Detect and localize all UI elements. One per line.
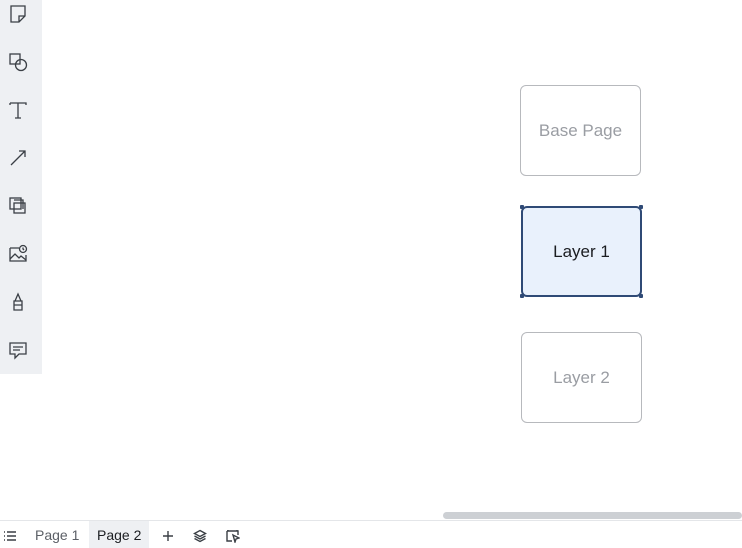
sticky-note-tool[interactable] [4, 0, 32, 28]
frame-tool[interactable] [4, 192, 32, 220]
resize-handle[interactable] [639, 205, 643, 209]
app-window: Base Page Layer 1 Layer 2 Page 1 Page 2 [0, 0, 742, 548]
marker-tool[interactable] [4, 288, 32, 316]
comment-icon [9, 342, 27, 360]
left-toolbar [0, 0, 42, 374]
image-tool[interactable] [4, 240, 32, 268]
horizontal-scrollbar[interactable] [443, 512, 742, 519]
canvas[interactable]: Base Page Layer 1 Layer 2 [42, 0, 742, 519]
arrow-icon [10, 150, 26, 166]
tab-label: Page 1 [35, 527, 80, 543]
page-card-layer-2[interactable]: Layer 2 [521, 332, 642, 423]
bottom-bar: Page 1 Page 2 [0, 520, 742, 548]
text-icon [9, 102, 27, 119]
list-icon [4, 531, 16, 541]
plus-icon [163, 531, 173, 541]
page-card-label: Layer 1 [553, 241, 610, 261]
layers-icon [193, 529, 207, 543]
add-page-button[interactable] [160, 528, 176, 544]
resize-handle[interactable] [520, 205, 524, 209]
tab-label: Page 2 [97, 527, 142, 543]
arrow-tool[interactable] [4, 144, 32, 172]
comment-tool[interactable] [4, 336, 32, 364]
page-card-base[interactable]: Base Page [520, 85, 641, 176]
page-card-label: Base Page [538, 120, 623, 140]
layers-button[interactable] [192, 528, 208, 544]
resize-handle[interactable] [520, 294, 524, 298]
shapes-icon [9, 53, 28, 72]
resize-handle[interactable] [639, 294, 643, 298]
sticky-note-icon [10, 5, 26, 23]
frame-select-button[interactable] [225, 528, 241, 544]
frame-icon [9, 197, 26, 214]
tab-page-2[interactable]: Page 2 [89, 521, 150, 548]
tab-page-1[interactable]: Page 1 [27, 521, 87, 548]
frame-select-icon [226, 530, 240, 543]
text-tool[interactable] [4, 96, 32, 124]
marker-icon [13, 292, 23, 311]
pages-list-button[interactable] [2, 528, 18, 544]
image-icon [9, 244, 28, 262]
shapes-tool[interactable] [4, 48, 32, 76]
page-card-layer-1[interactable]: Layer 1 [520, 205, 643, 298]
page-card-label: Layer 2 [553, 367, 610, 387]
